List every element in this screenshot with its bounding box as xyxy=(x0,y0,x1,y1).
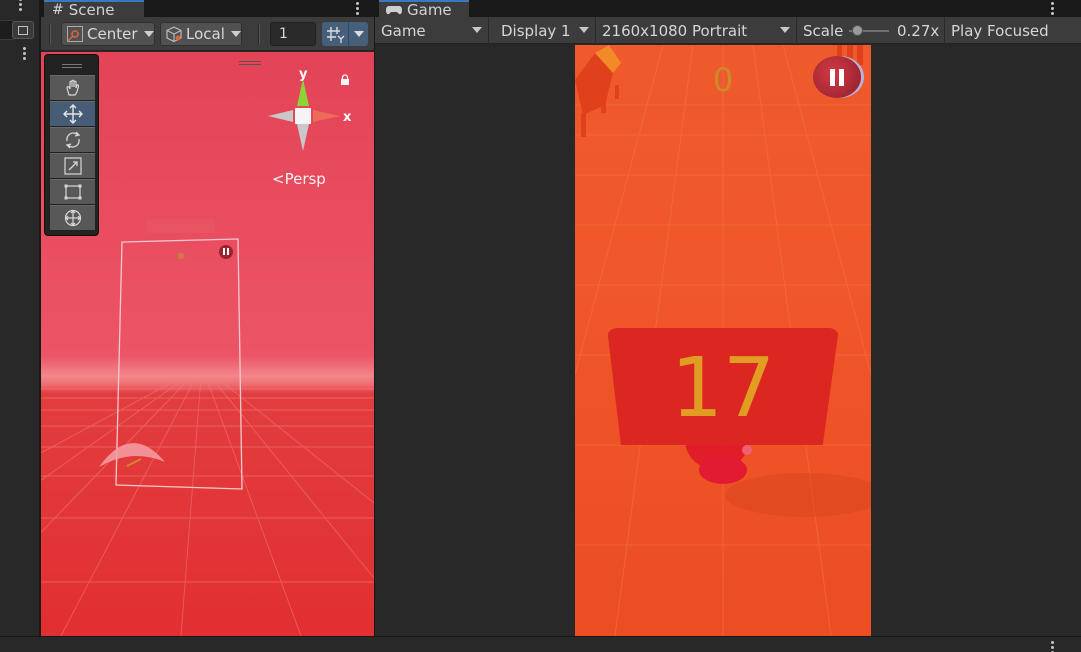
left-panel-strip xyxy=(0,0,40,636)
bottom-panel-bar xyxy=(0,636,1081,652)
rotate-icon xyxy=(65,131,80,149)
cube-icon xyxy=(166,26,182,43)
chevron-down-icon xyxy=(353,31,364,37)
toolbar-grip[interactable] xyxy=(258,24,260,44)
persp-icon: < xyxy=(272,170,285,188)
game-right-gutter xyxy=(1070,45,1081,636)
projection-toggle[interactable]: <Persp xyxy=(272,170,326,188)
scale-slider-thumb[interactable] xyxy=(852,25,863,36)
scale-value: 0.27x xyxy=(897,21,940,40)
pivot-mode-label: Center xyxy=(87,25,138,43)
move-icon xyxy=(62,104,83,124)
scene-tab-bar: # Scene xyxy=(41,0,374,19)
tab-game[interactable]: Game xyxy=(379,0,469,19)
game-tab-bar: Game xyxy=(375,0,1081,19)
transform-icon xyxy=(64,209,81,227)
left-panel-menu-icon[interactable] xyxy=(14,0,26,11)
projection-label: Persp xyxy=(284,170,326,188)
game-mode-dropdown[interactable]: Game xyxy=(375,17,489,44)
scale-label: Scale xyxy=(803,21,844,40)
scene-toolbar: Center Local 1 xyxy=(41,17,374,51)
scene-panel-menu-icon[interactable] xyxy=(351,2,363,15)
scene-viewport[interactable]: y x <Persp xyxy=(41,52,374,636)
move-tool[interactable] xyxy=(50,101,95,126)
display-label: Display 1 xyxy=(501,21,571,40)
left-panel-options-icon[interactable] xyxy=(18,47,30,60)
hand-icon xyxy=(65,79,79,96)
scale-icon xyxy=(63,157,82,175)
toolbar-grip[interactable] xyxy=(49,24,51,44)
chevron-down-icon xyxy=(472,27,482,33)
pause-icon xyxy=(839,68,844,86)
chevron-down-icon xyxy=(143,31,154,37)
tab-game-label: Game xyxy=(407,0,452,19)
gizmo-y-label: y xyxy=(299,67,308,82)
play-mode-label: Play Focused xyxy=(951,21,1049,40)
pause-button[interactable] xyxy=(813,56,861,98)
pivot-rotation-label: Local xyxy=(186,25,225,43)
game-viewport[interactable]: 0 17 xyxy=(575,45,871,636)
maximize-icon[interactable] xyxy=(12,21,34,39)
game-panel: Game Game Display 1 2160x1080 Portrait S… xyxy=(375,0,1081,636)
grid-snap-button[interactable] xyxy=(322,22,348,46)
hash-icon: # xyxy=(52,1,64,18)
scene-panel: # Scene Center Local 1 y x <Persp xyxy=(41,0,374,636)
rect-transform-icon xyxy=(64,184,81,200)
game-mode-label: Game xyxy=(381,21,426,40)
chevron-down-icon xyxy=(780,27,790,33)
transform-tool[interactable] xyxy=(50,205,95,230)
chevron-down-icon xyxy=(230,31,241,37)
grid-snap-dropdown[interactable] xyxy=(348,22,368,46)
pivot-center-icon xyxy=(67,26,83,42)
pivot-mode-dropdown[interactable]: Center xyxy=(61,22,155,46)
pivot-rotation-dropdown[interactable]: Local xyxy=(160,22,242,46)
game-panel-menu-icon[interactable] xyxy=(1046,2,1058,15)
tool-palette xyxy=(44,54,99,236)
tab-scene-label: Scene xyxy=(68,0,115,19)
chevron-down-icon xyxy=(579,27,589,33)
play-mode-dropdown[interactable]: Play Focused xyxy=(945,17,1055,44)
scale-tool[interactable] xyxy=(50,153,95,178)
resolution-label: 2160x1080 Portrait xyxy=(602,21,748,40)
orientation-gizmo[interactable]: y x xyxy=(265,66,355,156)
overlay-grip[interactable] xyxy=(239,61,261,65)
counter-number: 17 xyxy=(670,341,776,436)
display-dropdown[interactable]: Display 1 xyxy=(489,17,596,44)
grid-size-input[interactable]: 1 xyxy=(270,22,316,46)
game-toolbar: Game Display 1 2160x1080 Portrait Scale … xyxy=(375,17,1081,44)
rotate-tool[interactable] xyxy=(50,127,95,152)
tab-scene[interactable]: # Scene xyxy=(44,0,144,19)
gizmo-x-label: x xyxy=(343,110,352,125)
tool-palette-grip[interactable] xyxy=(62,64,82,68)
pause-icon xyxy=(830,68,835,86)
grid-snap-icon xyxy=(327,27,345,43)
rect-tool[interactable] xyxy=(50,179,95,204)
hand-tool[interactable] xyxy=(50,75,95,100)
gamepad-icon xyxy=(386,5,402,14)
bottom-panel-menu-icon[interactable] xyxy=(1046,641,1058,652)
resolution-dropdown[interactable]: 2160x1080 Portrait xyxy=(596,17,797,44)
scale-control: Scale 0.27x xyxy=(797,17,945,44)
